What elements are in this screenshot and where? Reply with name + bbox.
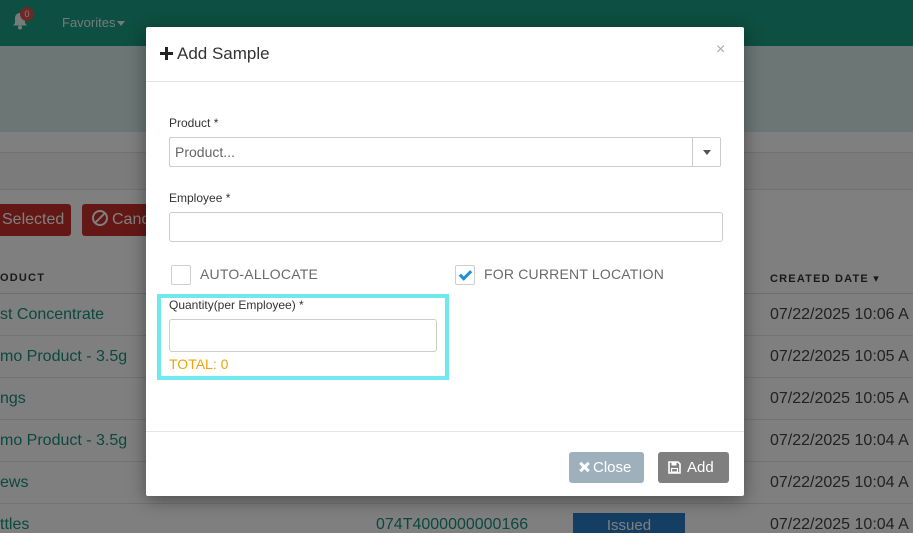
employee-input[interactable] [169,212,723,242]
auto-allocate-checkbox[interactable] [171,265,191,285]
employee-label: Employee * [169,191,231,205]
close-icon [579,462,589,472]
add-button[interactable]: Add [658,452,729,483]
checkmark-icon [458,267,473,281]
quantity-input[interactable] [169,319,437,352]
caret-down-icon[interactable] [692,138,720,166]
modal-title: Add Sample [160,44,270,64]
modal-header: Add Sample × [146,27,744,82]
auto-allocate-label[interactable]: AUTO-ALLOCATE [200,266,318,282]
save-icon [668,461,681,474]
modal-footer: Close Add [146,431,744,496]
quantity-label: Quantity(per Employee) * [169,298,304,312]
current-location-label[interactable]: FOR CURRENT LOCATION [484,266,664,282]
product-placeholder: Product... [175,144,235,160]
current-location-checkbox[interactable] [455,265,475,285]
add-button-label: Add [687,459,714,476]
plus-icon [160,47,173,60]
close-icon[interactable]: × [716,41,725,59]
product-label: Product * [169,116,219,130]
modal-title-text: Add Sample [177,44,270,63]
add-sample-modal: Add Sample × Product * Product... Employ… [146,27,744,496]
close-button[interactable]: Close [569,452,644,483]
total-text: TOTAL: 0 [169,356,229,372]
close-button-label: Close [593,459,632,476]
product-select[interactable]: Product... [169,137,721,167]
